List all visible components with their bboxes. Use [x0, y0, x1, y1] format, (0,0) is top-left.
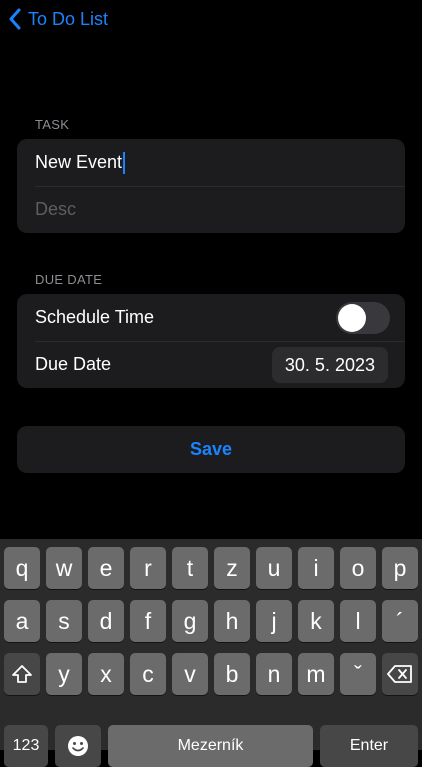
key-p[interactable]: p — [382, 547, 418, 589]
key-caron[interactable]: ˇ — [340, 653, 376, 695]
key-r[interactable]: r — [130, 547, 166, 589]
key-a[interactable]: a — [4, 600, 40, 642]
key-y[interactable]: y — [46, 653, 82, 695]
key-acute[interactable]: ´ — [382, 600, 418, 642]
key-e[interactable]: e — [88, 547, 124, 589]
text-cursor — [123, 151, 126, 174]
key-j[interactable]: j — [256, 600, 292, 642]
key-x[interactable]: x — [88, 653, 124, 695]
enter-key[interactable]: Enter — [320, 725, 418, 767]
key-f[interactable]: f — [130, 600, 166, 642]
key-l[interactable]: l — [340, 600, 376, 642]
key-h[interactable]: h — [214, 600, 250, 642]
schedule-time-row: Schedule Time — [17, 294, 405, 341]
key-o[interactable]: o — [340, 547, 376, 589]
due-date-row: Due Date 30. 5. 2023 — [17, 341, 405, 388]
key-i[interactable]: i — [298, 547, 334, 589]
back-label: To Do List — [28, 8, 109, 29]
backspace-key[interactable] — [382, 653, 418, 695]
task-title-row: New Event — [17, 139, 405, 186]
task-section-header: TASK — [35, 117, 70, 132]
key-v[interactable]: v — [172, 653, 208, 695]
backspace-icon — [387, 665, 412, 683]
toggle-knob — [338, 304, 366, 332]
key-z[interactable]: z — [214, 547, 250, 589]
key-w[interactable]: w — [46, 547, 82, 589]
due-date-section-header: DUE DATE — [35, 272, 103, 287]
due-date-picker[interactable]: 30. 5. 2023 — [271, 347, 388, 383]
numbers-key[interactable]: 123 — [4, 725, 48, 767]
schedule-time-toggle[interactable] — [336, 302, 390, 334]
key-m[interactable]: m — [298, 653, 334, 695]
keyboard: q w e r t z u i o p a s d f g h j k l ´ … — [0, 539, 422, 767]
key-b[interactable]: b — [214, 653, 250, 695]
key-t[interactable]: t — [172, 547, 208, 589]
save-button[interactable]: Save — [17, 426, 405, 473]
emoji-icon — [68, 736, 88, 756]
key-n[interactable]: n — [256, 653, 292, 695]
space-key[interactable]: Mezerník — [108, 725, 313, 767]
key-u[interactable]: u — [256, 547, 292, 589]
chevron-left-icon — [9, 8, 21, 30]
key-d[interactable]: d — [88, 600, 124, 642]
emoji-key[interactable] — [55, 725, 101, 767]
key-g[interactable]: g — [172, 600, 208, 642]
navigation-bar: To Do List — [0, 0, 422, 40]
key-s[interactable]: s — [46, 600, 82, 642]
task-group: New Event — [17, 139, 405, 233]
shift-icon — [12, 665, 32, 683]
task-title-value[interactable]: New Event — [35, 152, 122, 173]
back-button[interactable]: To Do List — [8, 6, 108, 32]
schedule-time-label: Schedule Time — [35, 307, 155, 327]
key-k[interactable]: k — [298, 600, 334, 642]
key-c[interactable]: c — [130, 653, 166, 695]
shift-key[interactable] — [4, 653, 40, 695]
key-q[interactable]: q — [4, 547, 40, 589]
due-date-group: Schedule Time Due Date 30. 5. 2023 — [17, 294, 405, 388]
due-date-label: Due Date — [35, 354, 112, 374]
task-desc-row — [17, 186, 405, 233]
desc-input[interactable] — [35, 199, 365, 220]
